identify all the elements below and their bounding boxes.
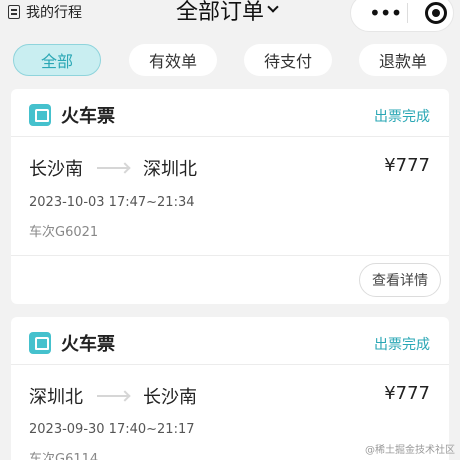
view-details-button[interactable]: 查看详情 <box>359 263 441 297</box>
train-number: 车次G6021 <box>29 225 99 240</box>
tab-all[interactable]: 全部 <box>13 44 101 76</box>
arrow-right-icon <box>97 395 129 397</box>
my-trips-label: 我的行程 <box>26 5 82 21</box>
card-divider <box>11 255 449 256</box>
tab-pending-payment[interactable]: 待支付 <box>244 44 332 76</box>
tab-valid[interactable]: 有效单 <box>129 44 217 76</box>
arrival-station: 长沙南 <box>143 387 197 408</box>
route: 长沙南 深圳北 <box>29 155 197 181</box>
watermark: @稀土掘金技术社区 <box>365 445 455 456</box>
card-header: 火车票 出票完成 <box>11 317 449 365</box>
order-price: ¥777 <box>384 383 430 404</box>
travel-time: 2023-09-30 17:40~21:17 <box>29 422 195 437</box>
train-number: 车次G6114 <box>29 452 99 460</box>
capsule-divider <box>407 3 408 23</box>
document-icon <box>8 5 20 19</box>
order-type: 火车票 <box>61 334 115 355</box>
order-status: 出票完成 <box>374 337 430 353</box>
order-card[interactable]: 火车票 出票完成 长沙南 深圳北 ¥777 2023-10-03 17:47~2… <box>11 89 449 304</box>
order-type: 火车票 <box>61 106 115 127</box>
train-icon <box>29 332 51 354</box>
tab-refund[interactable]: 退款单 <box>359 44 447 76</box>
more-dots-icon[interactable]: ••• <box>369 3 402 23</box>
page-title-dropdown[interactable]: 全部订单 <box>176 0 279 26</box>
order-price: ¥777 <box>384 155 430 176</box>
order-card[interactable]: 火车票 出票完成 深圳北 长沙南 ¥777 2023-09-30 17:40~2… <box>11 317 449 460</box>
travel-time: 2023-10-03 17:47~21:34 <box>29 195 195 210</box>
my-trips-link[interactable]: 我的行程 <box>8 2 82 22</box>
train-icon <box>29 104 51 126</box>
route: 深圳北 长沙南 <box>29 383 197 409</box>
departure-station: 长沙南 <box>29 159 83 180</box>
filter-tabs: 全部 有效单 待支付 退款单 <box>0 44 460 78</box>
card-header: 火车票 出票完成 <box>11 89 449 137</box>
order-status: 出票完成 <box>374 109 430 125</box>
order-list-page: 我的行程 全部订单 ••• 全部 有效单 待支付 退款单 火车票 出票完成 长沙… <box>0 0 460 460</box>
arrow-right-icon <box>97 167 129 169</box>
mini-program-capsule: ••• <box>350 0 454 32</box>
target-icon[interactable] <box>425 2 447 24</box>
header: 我的行程 全部订单 ••• <box>0 0 460 34</box>
arrival-station: 深圳北 <box>143 159 197 180</box>
page-title: 全部订单 <box>176 0 265 25</box>
departure-station: 深圳北 <box>29 387 83 408</box>
chevron-down-icon <box>267 1 279 13</box>
